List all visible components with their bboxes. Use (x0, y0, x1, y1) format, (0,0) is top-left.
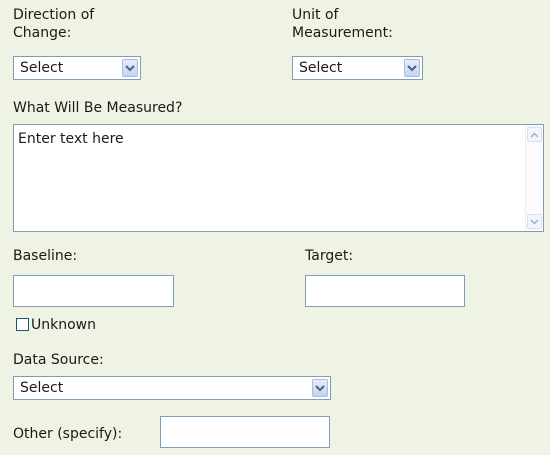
chevron-down-icon[interactable] (404, 59, 420, 77)
direction-select-value: Select (20, 60, 64, 76)
unit-label-line1: Unit of (292, 7, 339, 23)
target-input[interactable] (305, 275, 465, 307)
direction-label-line1: Direction of (13, 7, 95, 23)
measured-text: Enter text here (18, 131, 124, 147)
other-input[interactable] (160, 416, 330, 448)
scroll-up-arrow-icon[interactable] (527, 127, 542, 142)
data-source-select-value: Select (20, 380, 64, 396)
textarea-scrollbar[interactable] (525, 125, 543, 231)
unit-label-line2: Measurement: (292, 25, 393, 41)
unit-select-value: Select (299, 60, 343, 76)
measured-textarea[interactable]: Enter text here (13, 124, 544, 232)
chevron-down-icon[interactable] (122, 59, 138, 77)
direction-label-line2: Change: (13, 25, 72, 41)
baseline-input[interactable] (13, 275, 174, 307)
unknown-checkbox[interactable] (16, 318, 29, 331)
direction-select[interactable]: Select (13, 56, 141, 80)
other-label: Other (specify): (13, 426, 123, 442)
scroll-down-arrow-icon[interactable] (527, 214, 542, 229)
unit-label: Unit of Measurement: (292, 6, 393, 42)
data-source-select[interactable]: Select (13, 376, 331, 400)
target-label: Target: (305, 248, 354, 264)
chevron-down-icon[interactable] (312, 379, 328, 397)
baseline-label: Baseline: (13, 248, 78, 264)
direction-label: Direction of Change: (13, 6, 94, 42)
unknown-label[interactable]: Unknown (31, 316, 96, 334)
unit-select[interactable]: Select (292, 56, 423, 80)
data-source-label: Data Source: (13, 352, 104, 368)
measured-label: What Will Be Measured? (13, 100, 183, 116)
